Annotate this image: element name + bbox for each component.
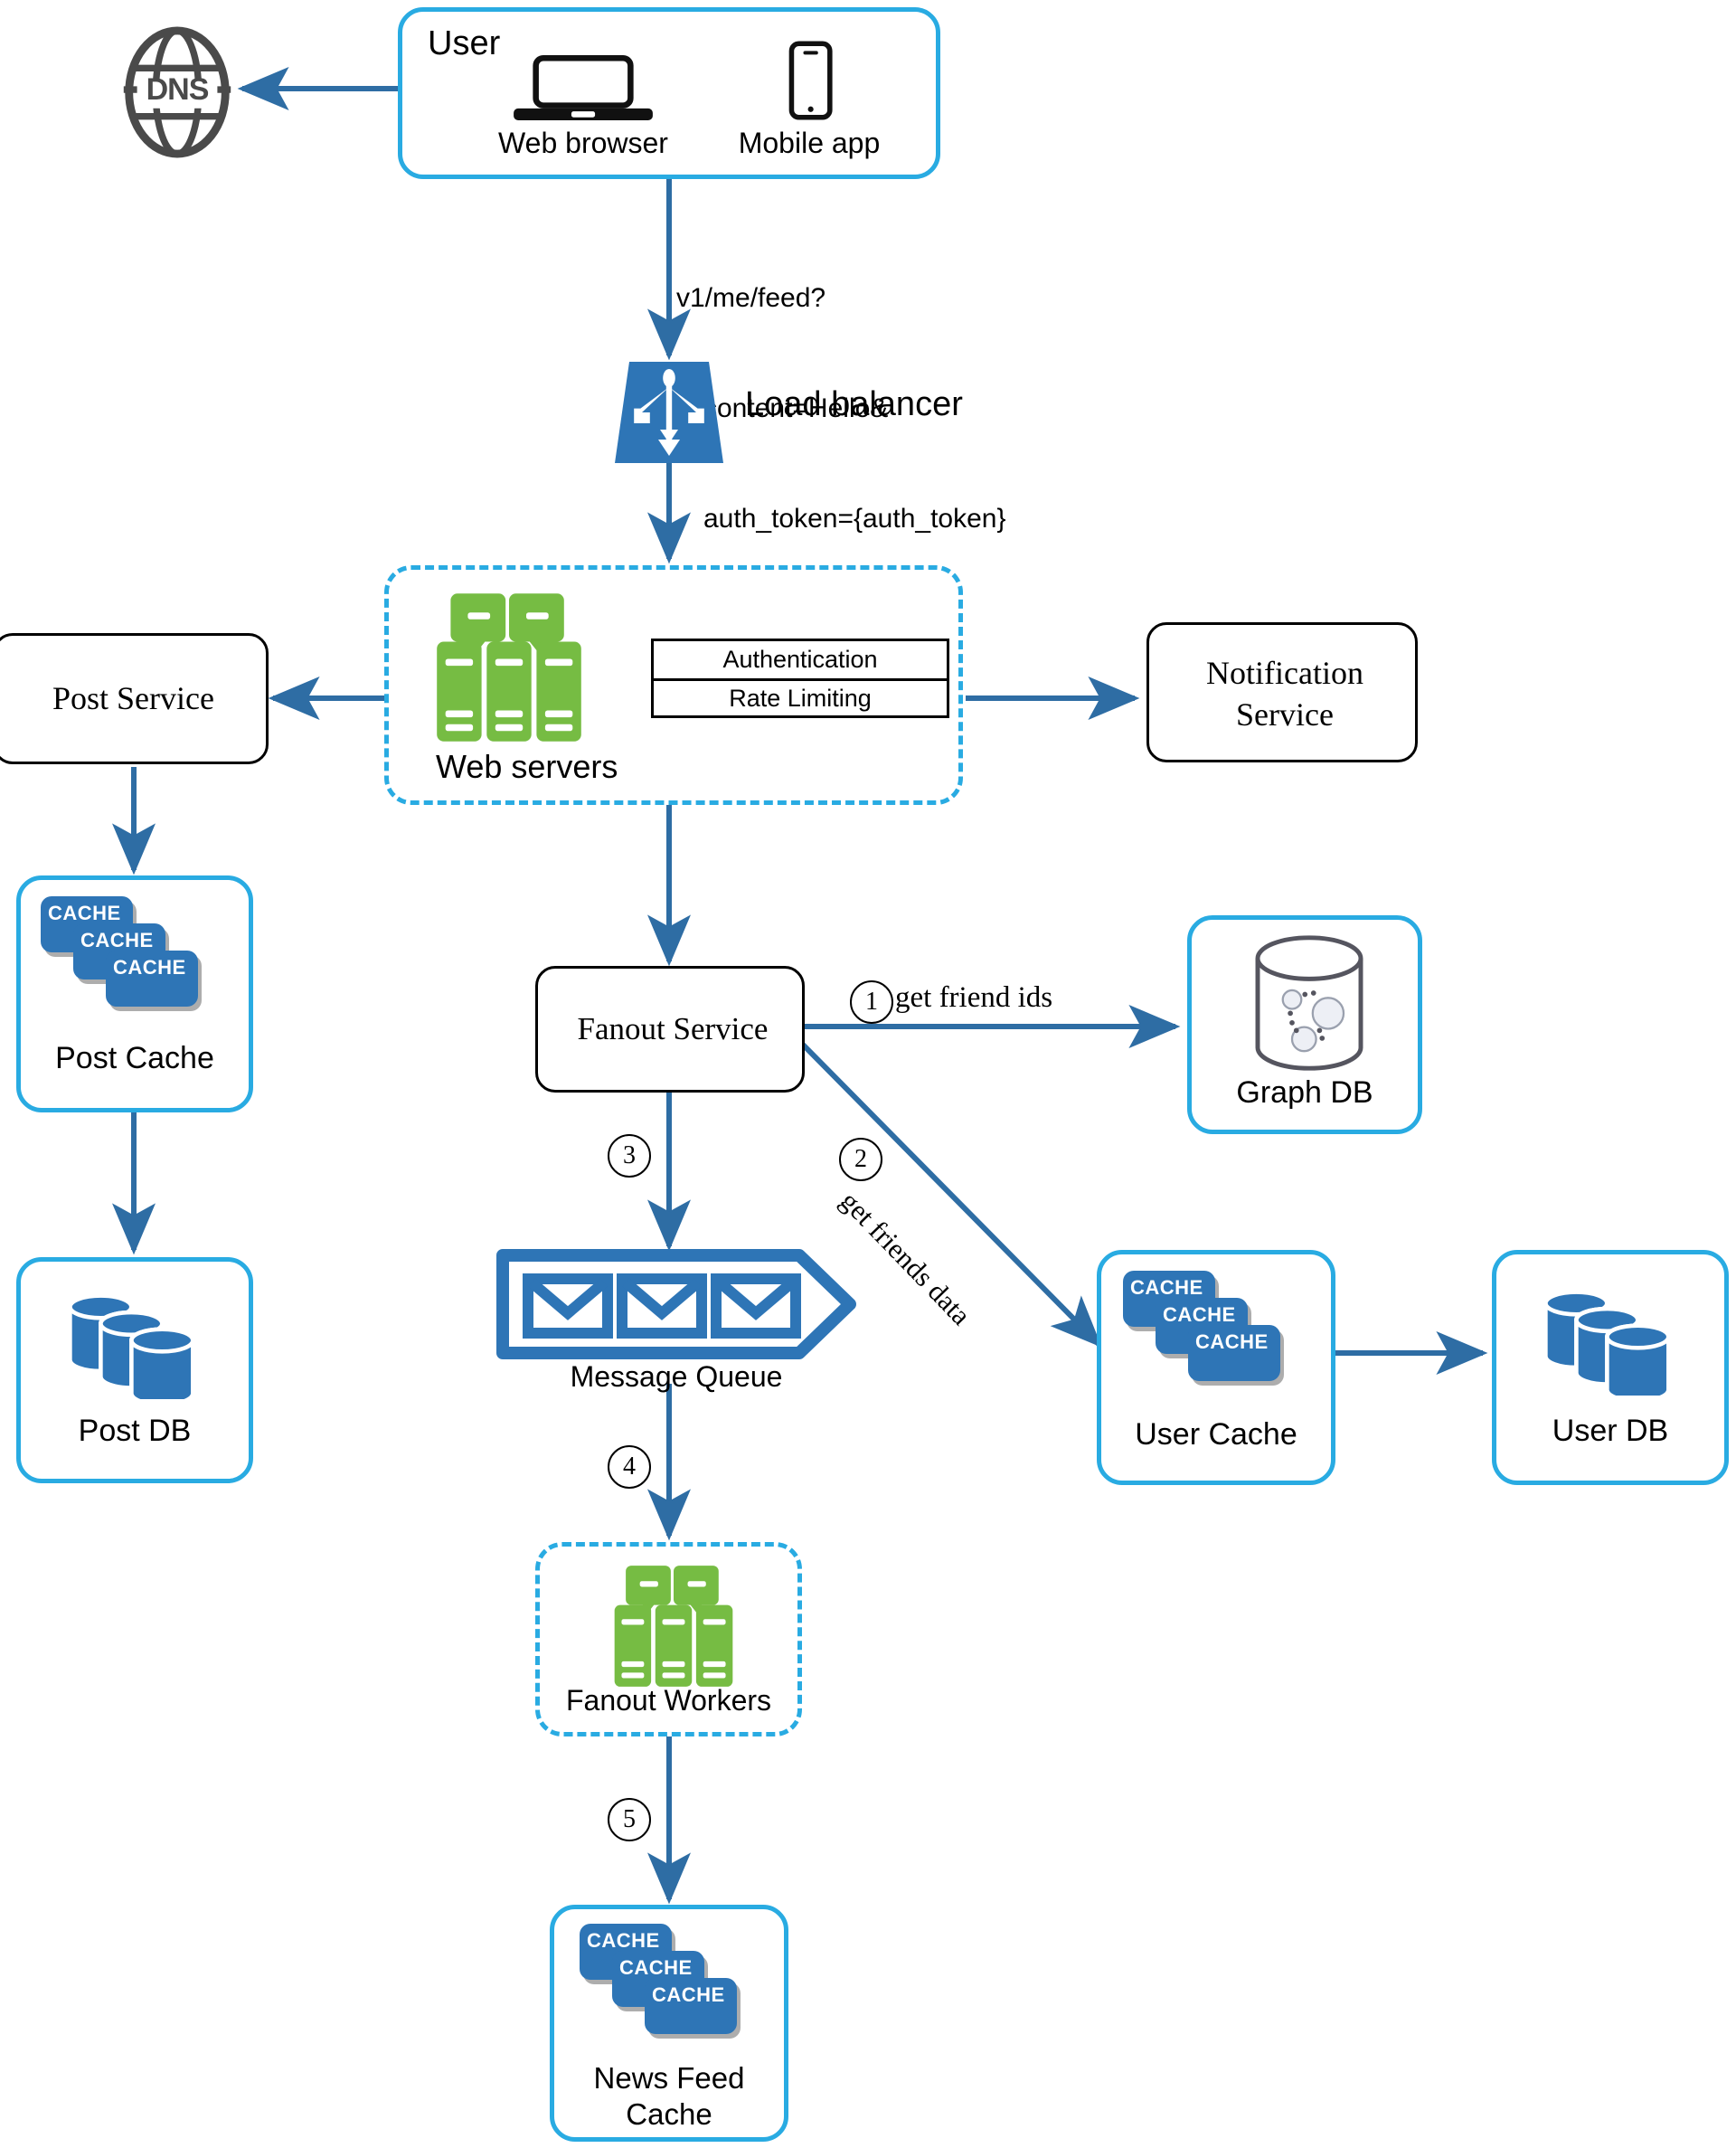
cache-stack: CACHE CACHE CACHE <box>580 1924 751 2059</box>
message-queue-node: Message Queue <box>495 1248 857 1393</box>
servers-icon <box>437 593 581 742</box>
fanout-service-node: Fanout Service <box>535 966 805 1093</box>
user-title: User <box>428 24 501 62</box>
notification-service-label-line2: Service <box>1236 696 1334 733</box>
diagram-canvas: DNS User Web browser Mobile app v1/me/fe… <box>0 0 1736 2148</box>
database-cylinders-icon <box>68 1293 195 1399</box>
mobile-app-label: Mobile app <box>738 127 881 159</box>
post-service-label: Post Service <box>52 680 214 716</box>
cache-stack: CACHE CACHE CACHE <box>1123 1271 1295 1406</box>
smartphone-icon <box>788 41 833 120</box>
graph-db-cylinder-icon <box>1255 935 1363 1071</box>
cache-card: CACHE <box>106 951 198 1007</box>
post-db-label: Post DB <box>78 1414 192 1448</box>
news-feed-cache-node: CACHE CACHE CACHE News Feed Cache <box>550 1905 788 2142</box>
laptop-icon <box>514 55 653 120</box>
step-marker-2: 2 <box>839 1138 882 1181</box>
middleware-row-rate-limiting: Rate Limiting <box>654 678 947 715</box>
web-browser-client: Web browser <box>493 55 674 160</box>
user-db-node: User DB <box>1492 1250 1729 1485</box>
step-marker-4: 4 <box>608 1445 651 1489</box>
web-browser-label: Web browser <box>498 127 668 159</box>
step-marker-1: 1 <box>850 980 893 1024</box>
notification-service-label-line1: Notification <box>1206 655 1363 691</box>
news-feed-cache-label-line2: Cache <box>626 2097 712 2131</box>
post-service-node: Post Service <box>0 633 269 764</box>
post-cache-node: CACHE CACHE CACHE Post Cache <box>16 875 253 1112</box>
user-cache-label: User Cache <box>1135 1417 1297 1452</box>
cache-stack: CACHE CACHE CACHE <box>41 896 212 1032</box>
cache-card: CACHE <box>1188 1325 1280 1381</box>
user-db-label: User DB <box>1552 1414 1669 1448</box>
fanout-workers-group: Fanout Workers <box>535 1542 802 1736</box>
news-feed-cache-label-line1: News Feed <box>593 2061 745 2095</box>
web-servers-group: Authentication Rate Limiting Web servers <box>384 565 963 805</box>
dns-label: DNS <box>146 72 210 107</box>
fanout-workers-label: Fanout Workers <box>565 1684 772 1717</box>
middleware-row-authentication: Authentication <box>722 646 878 673</box>
user-cache-node: CACHE CACHE CACHE User Cache <box>1097 1250 1335 1485</box>
step-marker-5: 5 <box>608 1798 651 1841</box>
graph-db-label: Graph DB <box>1236 1075 1373 1110</box>
envelopes-queue-icon <box>496 1249 856 1359</box>
fanout-service-label: Fanout Service <box>577 1011 769 1046</box>
post-cache-label: Post Cache <box>55 1041 214 1075</box>
user-group: User Web browser Mobile app <box>398 7 940 179</box>
middleware-table: Authentication Rate Limiting <box>651 639 949 718</box>
servers-icon <box>614 1566 733 1687</box>
cache-card: CACHE <box>645 1978 737 2034</box>
post-db-node: Post DB <box>16 1257 253 1483</box>
load-balancer-node: Load balancer <box>608 362 963 463</box>
load-balancer-label: Load balancer <box>745 385 963 423</box>
request-url-line3: auth_token={auth_token} <box>703 504 1006 535</box>
web-servers-label: Web servers <box>436 748 618 785</box>
load-balancer-icon <box>615 362 723 463</box>
graph-db-node: Graph DB <box>1187 915 1422 1134</box>
notification-service-node: Notification Service <box>1146 622 1418 762</box>
request-url-line1: v1/me/feed? <box>676 282 826 313</box>
dns-node: DNS <box>110 25 244 159</box>
database-cylinders-icon <box>1543 1290 1671 1396</box>
edge-label-get-friend-ids: get friend ids <box>895 981 1053 1014</box>
message-queue-label: Message Queue <box>570 1360 783 1393</box>
mobile-app-client: Mobile app <box>719 41 900 160</box>
step-marker-3: 3 <box>608 1134 651 1178</box>
